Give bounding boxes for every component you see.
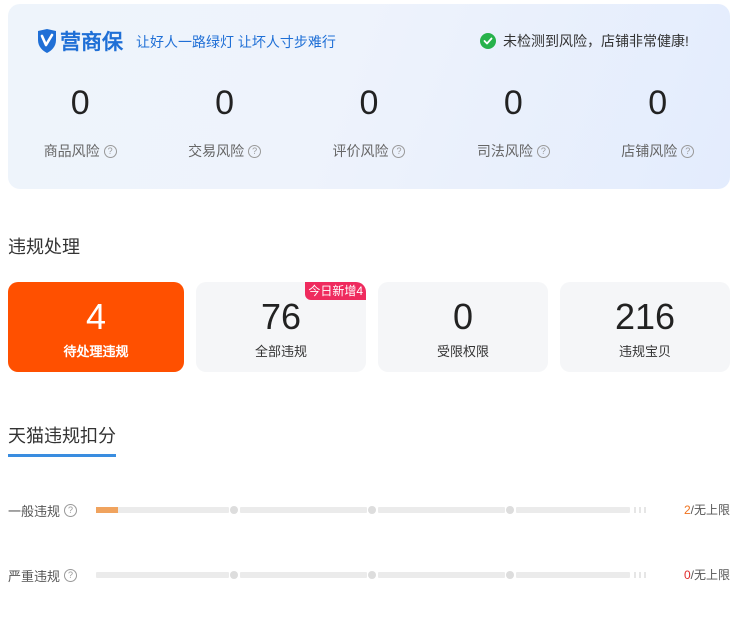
track-segment xyxy=(96,572,229,578)
track-node xyxy=(506,506,514,514)
risk-label: 交易风险 xyxy=(188,143,245,159)
track-segment xyxy=(516,507,630,513)
slogan: 让好人一路绿灯 让坏人寸步难行 xyxy=(136,34,336,50)
card-restricted-permissions[interactable]: 0 受限权限 xyxy=(378,282,548,372)
violation-cards: 4 待处理违规 今日新增4 76 全部违规 0 受限权限 216 违规宝贝 xyxy=(8,282,730,372)
progress-track xyxy=(96,571,650,579)
logo-text: 营商保 xyxy=(60,31,123,54)
row-label-wrap: 严重违规 ? xyxy=(8,566,78,585)
risk-item-review[interactable]: 0 评价风险 ? xyxy=(297,84,441,161)
help-icon[interactable]: ? xyxy=(248,144,262,158)
help-icon[interactable]: ? xyxy=(64,504,78,517)
tab-underline xyxy=(8,454,116,457)
risk-label: 司法风险 xyxy=(476,143,533,159)
limit-text: /无上限 xyxy=(690,568,730,582)
risk-label-wrap: 交易风险 ? xyxy=(152,141,296,161)
serious-violation-row: 严重违规 ? 0/无上限 xyxy=(8,566,730,584)
risk-item-goods[interactable]: 0 商品风险 ? xyxy=(8,84,152,161)
risk-stats: 0 商品风险 ? 0 交易风险 ? 0 评价风险 ? 0 司法风险 ? 0 店铺… xyxy=(8,84,730,161)
track-tick xyxy=(639,507,641,513)
card-pending-violations[interactable]: 4 待处理违规 xyxy=(8,282,184,372)
risk-value: 0 xyxy=(359,84,379,122)
status-text: 未检测到风险，店铺非常健康! xyxy=(503,33,689,49)
risk-item-judicial[interactable]: 0 司法风险 ? xyxy=(441,84,585,161)
row-label: 一般违规 xyxy=(8,504,61,519)
help-icon[interactable]: ? xyxy=(536,144,550,158)
risk-label: 店铺风险 xyxy=(621,143,678,159)
risk-label: 商品风险 xyxy=(43,143,100,159)
current-points: 2 xyxy=(683,503,691,517)
card-label: 待处理违规 xyxy=(63,344,129,359)
risk-value: 0 xyxy=(648,84,668,122)
card-value: 76 xyxy=(260,296,302,337)
risk-label-wrap: 司法风险 ? xyxy=(441,141,585,161)
risk-value: 0 xyxy=(503,84,523,122)
track-tick xyxy=(634,572,636,578)
track-node xyxy=(506,571,514,579)
card-violating-items[interactable]: 216 违规宝贝 xyxy=(560,282,730,372)
help-icon[interactable]: ? xyxy=(392,144,406,158)
violations-title: 违规处理 xyxy=(8,237,80,257)
tmall-title[interactable]: 天猫违规扣分 xyxy=(8,422,116,448)
track-segment xyxy=(240,507,367,513)
risk-value: 0 xyxy=(215,84,235,122)
risk-label: 评价风险 xyxy=(332,143,389,159)
track-segment xyxy=(516,572,630,578)
track-node xyxy=(230,506,238,514)
brand-logo: 营商保 xyxy=(36,26,123,56)
row-label: 严重违规 xyxy=(8,569,61,584)
progress-track xyxy=(96,506,650,514)
shield-logo-icon xyxy=(38,29,56,53)
track-node xyxy=(368,506,376,514)
card-label: 全部违规 xyxy=(254,344,307,359)
card-label: 违规宝贝 xyxy=(618,344,671,359)
track-segment xyxy=(378,572,505,578)
risk-label-wrap: 商品风险 ? xyxy=(8,141,152,161)
track-tick xyxy=(644,507,646,513)
card-all-violations[interactable]: 今日新增4 76 全部违规 xyxy=(196,282,366,372)
risk-item-trade[interactable]: 0 交易风险 ? xyxy=(152,84,296,161)
progress-fill xyxy=(96,507,119,513)
general-violation-row: 一般违规 ? 2/无上限 xyxy=(8,501,730,519)
card-value: 4 xyxy=(85,296,107,337)
risk-item-store[interactable]: 0 店铺风险 ? xyxy=(586,84,730,161)
check-circle-icon xyxy=(480,33,496,49)
help-icon[interactable]: ? xyxy=(64,569,78,582)
track-tick xyxy=(634,507,636,513)
new-today-badge: 今日新增4 xyxy=(305,282,366,300)
row-value: 2/无上限 xyxy=(684,501,730,518)
risk-banner: 营商保 让好人一路绿灯 让坏人寸步难行 未检测到风险，店铺非常健康! 0 商品风… xyxy=(8,4,730,189)
track-tick xyxy=(639,572,641,578)
risk-value: 0 xyxy=(70,84,90,122)
limit-text: /无上限 xyxy=(690,503,730,517)
health-status: 未检测到风险，店铺非常健康! xyxy=(480,31,689,51)
track-node xyxy=(368,571,376,579)
row-label-wrap: 一般违规 ? xyxy=(8,501,78,520)
card-value: 216 xyxy=(614,296,676,337)
help-icon[interactable]: ? xyxy=(681,144,695,158)
row-value: 0/无上限 xyxy=(684,566,730,583)
risk-label-wrap: 评价风险 ? xyxy=(297,141,441,161)
card-value: 0 xyxy=(452,296,474,337)
card-label: 受限权限 xyxy=(436,344,489,359)
track-segment xyxy=(240,572,367,578)
track-segment xyxy=(378,507,505,513)
track-node xyxy=(230,571,238,579)
track-tick xyxy=(644,572,646,578)
risk-label-wrap: 店铺风险 ? xyxy=(586,141,730,161)
help-icon[interactable]: ? xyxy=(103,144,117,158)
current-points: 0 xyxy=(683,568,691,582)
